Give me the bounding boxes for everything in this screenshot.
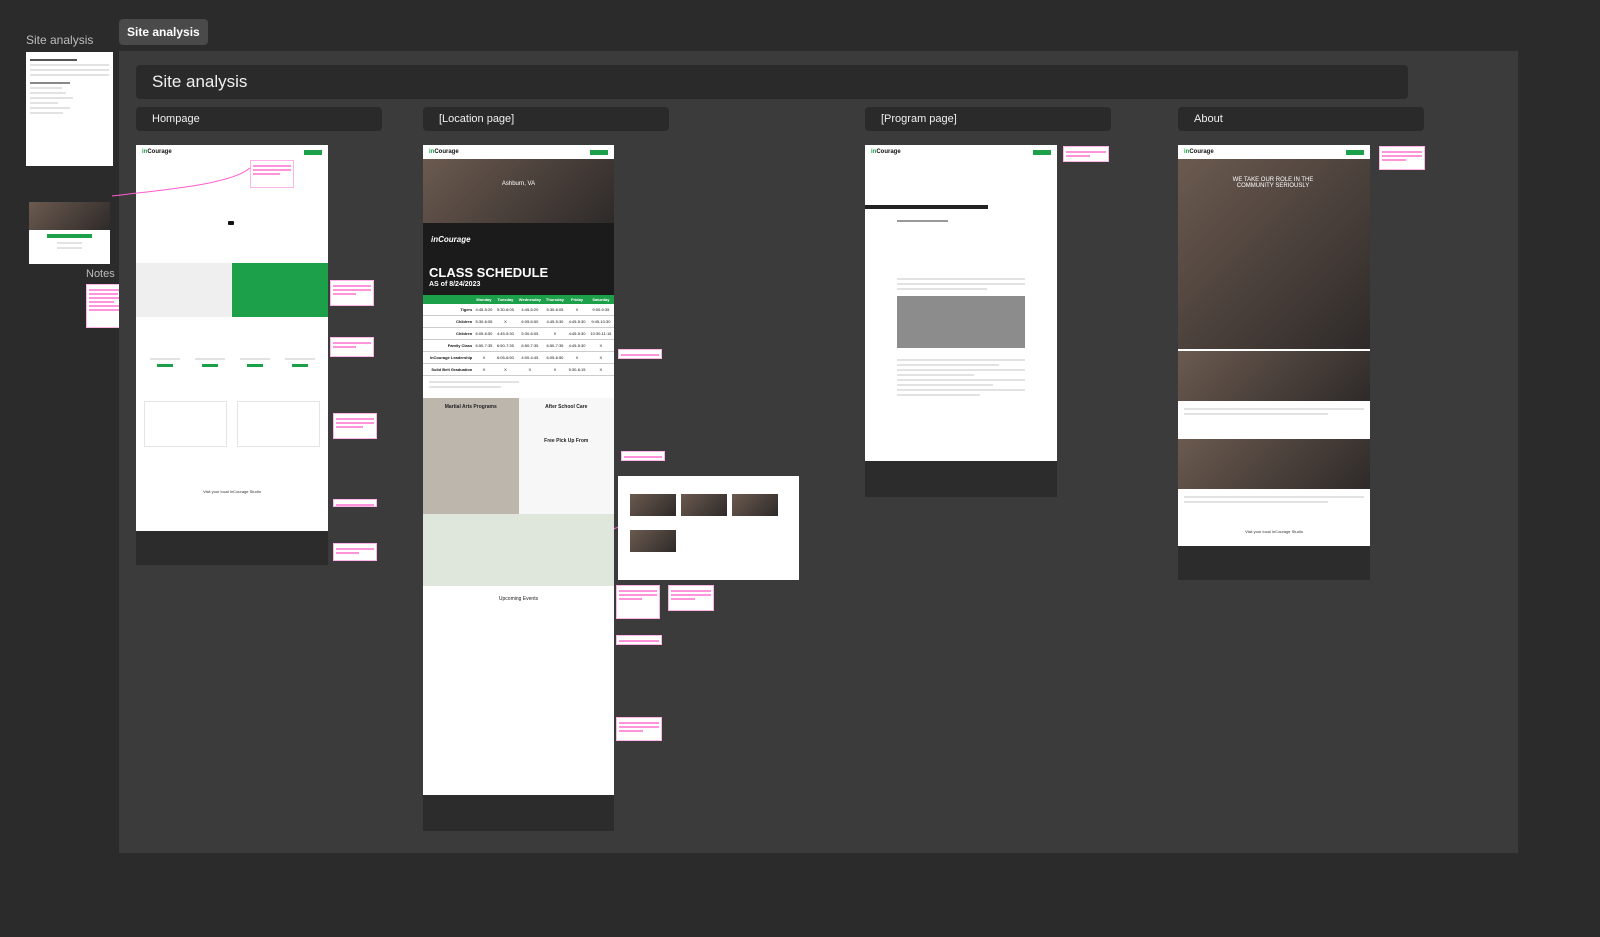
table-row: Family Class 6:50-7:35 6:50-7:35 6:50-7:35… bbox=[423, 339, 614, 352]
events-title: Upcoming Events bbox=[498, 596, 539, 602]
program-image bbox=[897, 296, 1025, 348]
sticky-note[interactable] bbox=[668, 585, 714, 611]
table-row: InCourage Leadership X 6:05-6:50 4:00-4:45… bbox=[423, 351, 614, 364]
table-row: Children 5:30-6:05 X 6:05-6:50 4:45-5:30 4:4… bbox=[423, 315, 614, 328]
sticky-note[interactable] bbox=[621, 451, 665, 461]
about-page-screenshot[interactable]: inCourage WE TAKE OUR ROLE IN THE COMMUN… bbox=[1178, 145, 1370, 580]
location-hero: Ashburn, VA bbox=[423, 159, 614, 223]
about-footer bbox=[1178, 546, 1370, 580]
after-school-title: After School Care bbox=[545, 404, 588, 410]
programs-section: Martial Arts Programs After School Care … bbox=[423, 398, 614, 514]
about-hero-text: WE TAKE OUR ROLE IN THE COMMUNITY SERIOU… bbox=[1232, 177, 1314, 189]
location-map[interactable] bbox=[423, 514, 614, 586]
day-header: Thursday bbox=[543, 295, 567, 304]
schedule-title: CLASS SCHEDULE bbox=[429, 265, 549, 280]
location-page-screenshot[interactable]: inCourage Ashburn, VA inCourage CLASS SC… bbox=[423, 145, 614, 831]
programs-title: Martial Arts Programs bbox=[423, 398, 519, 514]
day-header: Tuesday bbox=[494, 295, 517, 304]
about-visit-text: Visit your local InCourage Studio bbox=[1245, 529, 1303, 534]
day-header: Friday bbox=[566, 295, 588, 304]
banner-brand: inCourage bbox=[431, 235, 471, 244]
sticky-note[interactable] bbox=[618, 349, 662, 359]
location-footer bbox=[423, 795, 614, 831]
table-row: Tigers 4:45-5:20 5:30-6:05 4:45-5:20 5:30-6… bbox=[423, 304, 614, 316]
class-schedule-table: Monday Tuesday Wednesday Thursday Friday… bbox=[423, 295, 614, 376]
table-row: Solid Belt Graduation X X X X 5:30-6:15 X bbox=[423, 363, 614, 376]
table-row: Children 6:05-6:50 4:45-5:30 5:30-6:05 X 4:4… bbox=[423, 327, 614, 340]
sticky-note[interactable] bbox=[616, 717, 662, 741]
free-pickup-title: Free Pick Up From bbox=[544, 438, 589, 444]
sticky-note[interactable] bbox=[1379, 146, 1425, 170]
sticky-note[interactable] bbox=[1063, 146, 1109, 162]
day-header: Monday bbox=[473, 295, 495, 304]
after-school-popup-screenshot[interactable] bbox=[618, 476, 799, 580]
about-hero: WE TAKE OUR ROLE IN THE COMMUNITY SERIOU… bbox=[1178, 159, 1370, 349]
schedule-date: AS of 8/24/2023 bbox=[429, 281, 481, 288]
schedule-banner: inCourage CLASS SCHEDULE AS of 8/24/2023 bbox=[423, 223, 614, 295]
sticky-note[interactable] bbox=[616, 585, 660, 619]
day-header: Saturday bbox=[587, 295, 614, 304]
sticky-note[interactable] bbox=[616, 635, 662, 645]
program-footer bbox=[865, 461, 1057, 497]
day-header: Wednesday bbox=[516, 295, 544, 304]
hero-city: Ashburn, VA bbox=[501, 181, 536, 187]
program-page-screenshot[interactable]: inCourage bbox=[865, 145, 1057, 497]
